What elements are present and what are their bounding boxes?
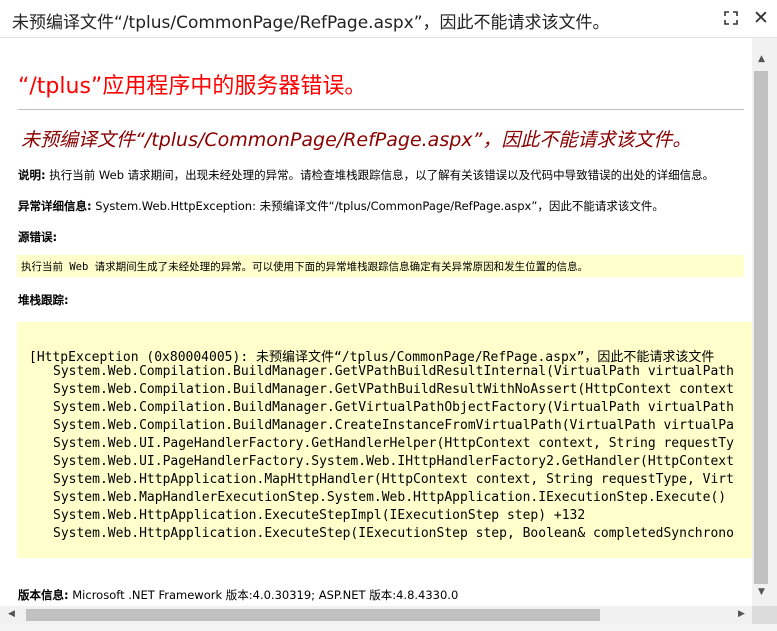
stack-trace-line: [HttpException (0x80004005): 未预编译文件“/tpl… [29,350,715,365]
stack-trace-label: 堆栈跟踪: [18,293,69,307]
version-label: 版本信息: [18,588,69,602]
scroll-right-icon[interactable]: ▶ [738,609,745,619]
vertical-scrollbar[interactable]: ▲ ▼ [752,38,777,606]
exception-details-row: 异常详细信息: System.Web.HttpException: 未预编译文件… [18,198,664,214]
source-error-label: 源错误: [18,230,58,244]
source-error-box: 执行当前 Web 请求期间生成了未经处理的异常。可以使用下面的异常堆栈跟踪信息确… [17,255,744,277]
error-subheading: 未预编译文件“/tplus/CommonPage/RefPage.aspx”，因… [21,129,692,151]
stack-trace-line: System.Web.MapHandlerExecutionStep.Syste… [53,490,727,505]
scroll-down-icon[interactable]: ▼ [758,587,765,597]
horizontal-scroll-thumb[interactable] [26,609,600,621]
stack-trace-line: System.Web.Compilation.BuildManager.GetV… [53,382,734,397]
scroll-left-icon[interactable]: ◀ [8,609,15,619]
dialog-bottom-edge [0,624,777,631]
description-row: 说明: 执行当前 Web 请求期间，出现未经处理的异常。请检查堆栈跟踪信息，以了… [18,167,714,183]
divider [18,109,744,110]
error-heading: “/tplus”应用程序中的服务器错误。 [18,74,367,99]
vertical-scroll-thumb[interactable] [754,71,768,584]
close-icon[interactable]: ✕ [750,7,772,29]
stack-trace-line: System.Web.HttpApplication.ExecuteStepIm… [53,508,586,523]
exception-label: 异常详细信息: [18,199,92,213]
stack-trace-line: System.Web.HttpApplication.MapHttpHandle… [53,472,734,487]
exception-text: System.Web.HttpException: 未预编译文件“/tplus/… [91,199,664,213]
version-info-row: 版本信息: Microsoft .NET Framework 版本:4.0.30… [18,587,458,603]
scroll-up-icon[interactable]: ▲ [758,54,765,64]
dialog-title: 未预编译文件“/tplus/CommonPage/RefPage.aspx”，因… [12,13,610,33]
version-text: Microsoft .NET Framework 版本:4.0.30319; A… [68,588,459,602]
maximize-icon[interactable] [720,7,742,29]
description-text: 执行当前 Web 请求期间，出现未经处理的异常。请检查堆栈跟踪信息，以了解有关该… [45,168,715,182]
error-page-content: “/tplus”应用程序中的服务器错误。 未预编译文件“/tplus/Commo… [0,38,752,606]
scrollbar-corner [752,606,777,624]
stack-trace-line: System.Web.Compilation.BuildManager.GetV… [53,364,734,379]
stack-trace-line: System.Web.UI.PageHandlerFactory.GetHand… [53,436,734,451]
stack-trace-line: System.Web.HttpApplication.ExecuteStep(I… [53,526,734,541]
stack-trace-line: System.Web.Compilation.BuildManager.GetV… [53,400,734,415]
dialog-titlebar: 未预编译文件“/tplus/CommonPage/RefPage.aspx”，因… [0,0,777,38]
stack-trace-line: System.Web.UI.PageHandlerFactory.System.… [53,454,734,469]
stack-trace-line: System.Web.Compilation.BuildManager.Crea… [53,418,734,433]
horizontal-scrollbar[interactable]: ◀ ▶ [0,606,752,624]
stack-trace-box: [HttpException (0x80004005): 未预编译文件“/tpl… [17,322,752,558]
description-label: 说明: [18,168,46,182]
